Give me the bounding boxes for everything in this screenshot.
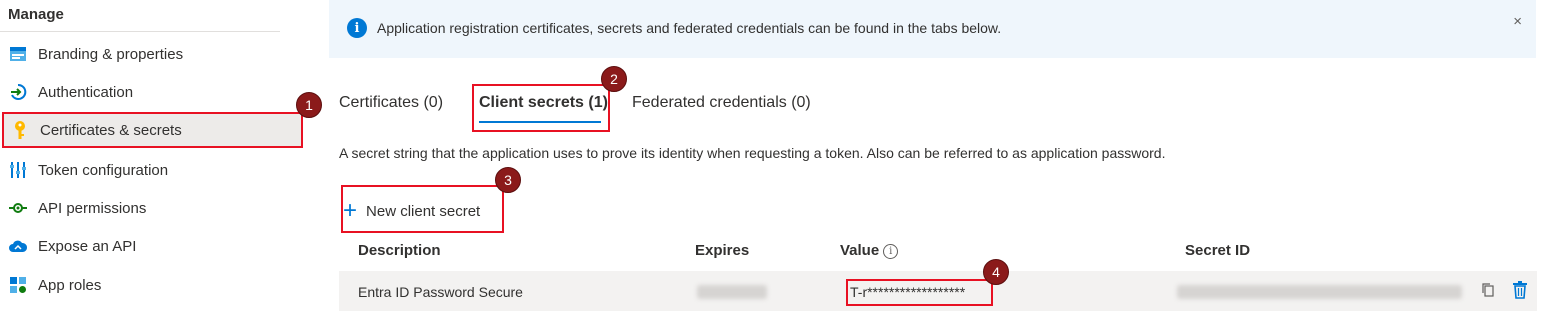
app-roles-icon (8, 275, 28, 295)
token-config-icon (8, 160, 28, 180)
tab-federated-credentials[interactable]: Federated credentials (0) (632, 94, 811, 112)
sidebar-item-label: Authentication (38, 83, 134, 101)
secret-description-cell: Entra ID Password Secure (358, 284, 523, 300)
sidebar-item-certificates-secrets[interactable]: Certificates & secrets (2, 112, 303, 148)
sidebar-item-label: Expose an API (38, 237, 137, 255)
sidebar-item-label: Branding & properties (38, 45, 184, 63)
manage-header: Manage (8, 6, 64, 23)
secret-id-redacted (1177, 285, 1462, 299)
value-header-label: Value (840, 242, 880, 259)
authentication-icon (8, 82, 28, 102)
sidebar: Manage Branding & properties Authenticat… (0, 0, 322, 311)
sidebar-item-label: Certificates & secrets (40, 121, 182, 139)
column-header-description: Description (358, 242, 441, 259)
sidebar-item-expose-api[interactable]: Expose an API (0, 228, 305, 264)
tab-certificates[interactable]: Certificates (0) (339, 94, 443, 112)
branding-icon (8, 44, 28, 64)
close-icon[interactable]: × (1513, 13, 1522, 30)
new-client-secret-button[interactable]: + New client secret (343, 196, 480, 226)
column-header-expires: Expires (695, 242, 750, 259)
plus-icon: + (343, 197, 358, 224)
key-icon (10, 120, 30, 140)
column-header-secret-id: Secret ID (1185, 242, 1251, 259)
info-icon[interactable]: i (883, 244, 899, 259)
highlight-box-tab (472, 84, 610, 132)
new-client-secret-label: New client secret (366, 202, 481, 220)
step-badge-4: 4 (983, 259, 1009, 285)
sidebar-item-api-permissions[interactable]: API permissions (0, 190, 305, 226)
step-badge-2: 2 (601, 66, 627, 92)
sidebar-item-authentication[interactable]: Authentication (0, 74, 305, 110)
sidebar-item-token-configuration[interactable]: Token configuration (0, 152, 305, 188)
sidebar-item-label: Token configuration (38, 161, 169, 179)
step-badge-1: 1 (296, 92, 322, 118)
sidebar-item-app-roles[interactable]: App roles (0, 267, 305, 303)
column-header-value: Value i (840, 242, 899, 259)
expires-redacted (697, 285, 767, 299)
banner-text: Application registration certificates, s… (377, 20, 1002, 36)
sidebar-item-branding[interactable]: Branding & properties (0, 36, 305, 72)
secrets-description: A secret string that the application use… (339, 145, 1166, 161)
sidebar-item-label: API permissions (38, 199, 147, 217)
api-permissions-icon (8, 198, 28, 218)
sidebar-item-label: App roles (38, 276, 102, 294)
info-banner: i Application registration certificates,… (329, 0, 1536, 58)
step-badge-3: 3 (495, 167, 521, 193)
info-icon: i (347, 18, 367, 38)
cloud-icon (8, 236, 28, 256)
delete-icon[interactable] (1512, 281, 1528, 304)
copy-icon[interactable] (1481, 282, 1495, 303)
divider (0, 31, 280, 32)
highlight-box-value (846, 279, 993, 306)
